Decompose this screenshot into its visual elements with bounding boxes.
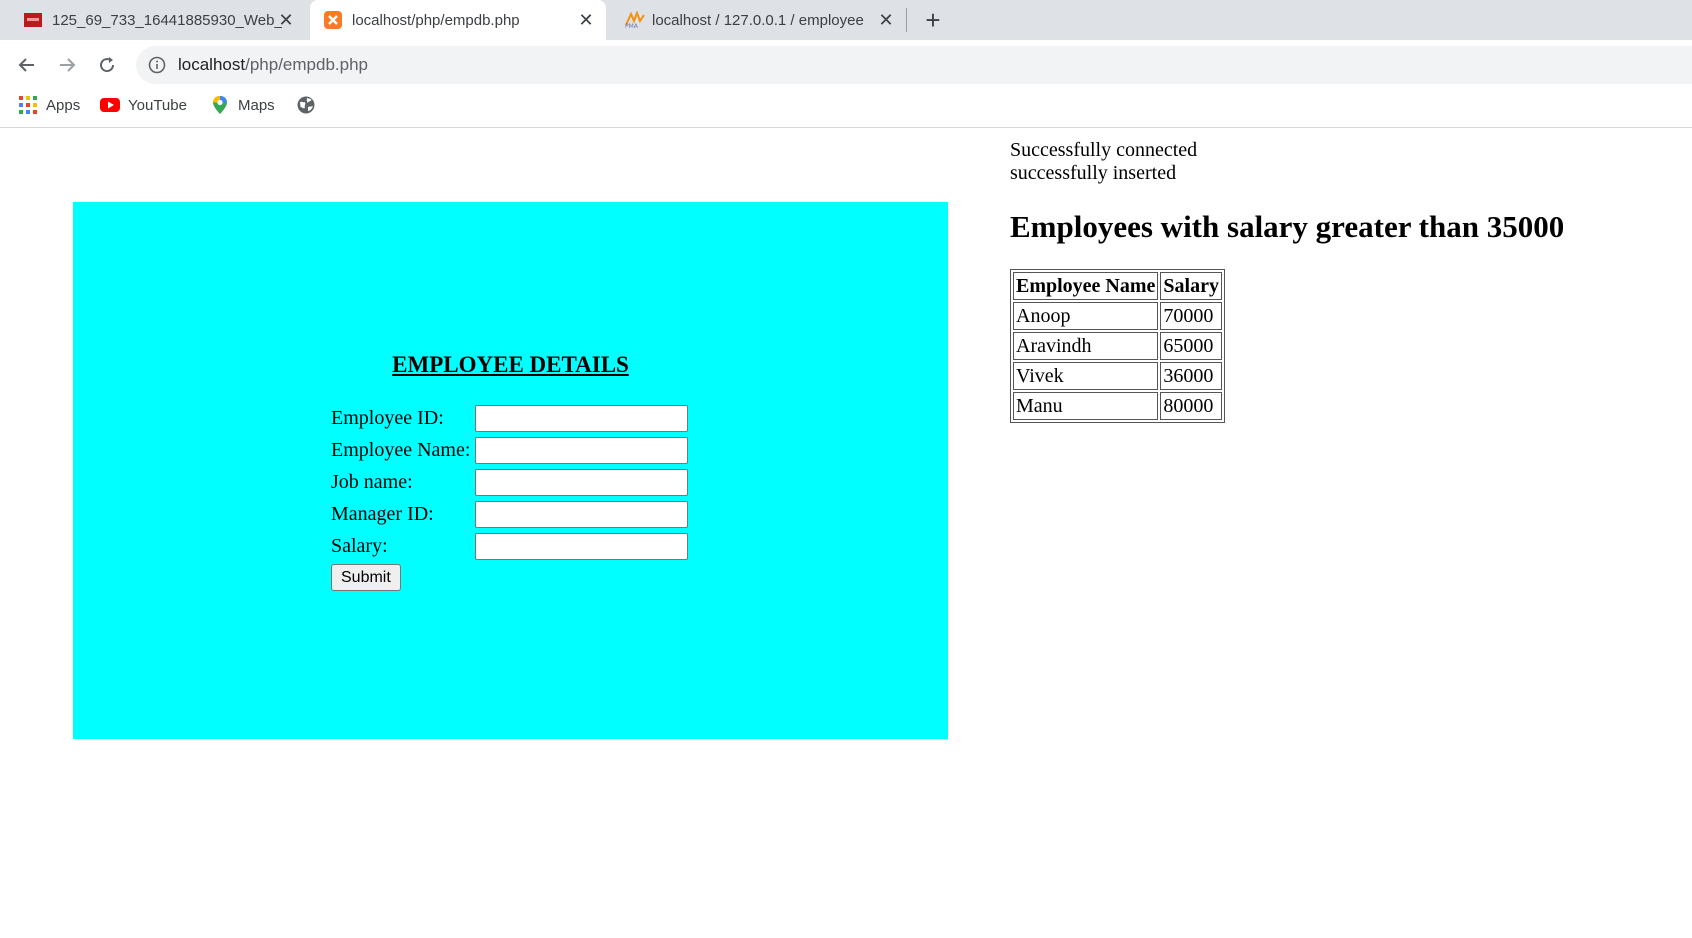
status-connected: Successfully connected bbox=[1010, 139, 1198, 161]
bookmark-label: Maps bbox=[238, 96, 275, 114]
svg-text:PMA: PMA bbox=[625, 23, 639, 29]
bookmark-label: YouTube bbox=[128, 96, 187, 114]
maps-pin-icon bbox=[210, 95, 230, 115]
close-icon[interactable]: ✕ bbox=[276, 10, 296, 30]
new-tab-button[interactable]: + bbox=[920, 7, 946, 33]
submit-button[interactable]: Submit bbox=[331, 564, 401, 591]
bookmark-youtube[interactable]: YouTube bbox=[100, 90, 187, 120]
bookmark-maps[interactable]: Maps bbox=[210, 90, 275, 120]
tab-phpmyadmin[interactable]: PMA localhost / 127.0.0.1 / employee ✕ bbox=[610, 0, 906, 40]
salary-row: Salary: bbox=[331, 532, 688, 560]
column-header-employee-name: Employee Name bbox=[1013, 272, 1159, 300]
salary-cell: 36000 bbox=[1160, 362, 1222, 390]
reload-button[interactable] bbox=[91, 49, 123, 81]
form-heading: EMPLOYEE DETAILS bbox=[392, 352, 629, 377]
job-name-label: Job name: bbox=[331, 470, 413, 493]
column-header-salary: Salary bbox=[1160, 272, 1222, 300]
back-button[interactable] bbox=[11, 49, 43, 81]
table-row: Aravindh 65000 bbox=[1013, 332, 1222, 360]
employee-table: Employee Name Salary Anoop 70000 Aravind… bbox=[1010, 269, 1225, 423]
tab-strip: 125_69_733_16441885930_Web_ ✕ localhost/… bbox=[0, 0, 1692, 40]
browser-toolbar: localhost/php/empdb.php bbox=[0, 40, 1692, 90]
employee-name-input[interactable] bbox=[475, 436, 688, 464]
table-row: Manu 80000 bbox=[1013, 392, 1222, 420]
url-host: localhost bbox=[178, 55, 246, 74]
table-row: Anoop 70000 bbox=[1013, 302, 1222, 330]
reload-icon bbox=[100, 57, 115, 73]
employee-id-input[interactable] bbox=[475, 404, 688, 432]
employee-name-row: Employee Name: bbox=[331, 436, 688, 464]
salary-label: Salary: bbox=[331, 534, 388, 557]
arrow-left-icon bbox=[18, 58, 34, 72]
salary-input[interactable] bbox=[475, 532, 688, 560]
salary-cell: 65000 bbox=[1160, 332, 1222, 360]
bookmark-apps[interactable]: Apps bbox=[18, 90, 80, 120]
employee-name-cell: Manu bbox=[1013, 392, 1159, 420]
manager-id-input[interactable] bbox=[475, 500, 688, 528]
url-path: /php/empdb.php bbox=[245, 55, 368, 74]
forward-button[interactable] bbox=[51, 49, 83, 81]
url-text: localhost/php/empdb.php bbox=[178, 55, 368, 75]
results-heading: Employees with salary greater than 35000 bbox=[1010, 209, 1565, 244]
employee-id-row: Employee ID: bbox=[331, 404, 688, 432]
manager-id-label: Manager ID: bbox=[331, 502, 434, 525]
tab-separator bbox=[906, 8, 907, 32]
bookmark-globe[interactable] bbox=[296, 90, 324, 120]
phpmyadmin-icon: PMA bbox=[624, 10, 645, 30]
globe-icon bbox=[296, 95, 316, 115]
employee-id-label: Employee ID: bbox=[331, 406, 444, 429]
salary-cell: 70000 bbox=[1160, 302, 1222, 330]
job-name-row: Job name: bbox=[331, 468, 688, 496]
close-icon[interactable]: ✕ bbox=[576, 10, 596, 30]
salary-cell: 80000 bbox=[1160, 392, 1222, 420]
tab-pdf[interactable]: 125_69_733_16441885930_Web_ ✕ bbox=[10, 0, 306, 40]
tab-empdb[interactable]: localhost/php/empdb.php ✕ bbox=[310, 0, 606, 40]
table-header-row: Employee Name Salary bbox=[1013, 272, 1222, 300]
manager-id-row: Manager ID: bbox=[331, 500, 688, 528]
arrow-right-icon bbox=[60, 58, 76, 72]
xampp-icon bbox=[324, 11, 342, 29]
employee-name-cell: Aravindh bbox=[1013, 332, 1159, 360]
apps-grid-icon bbox=[18, 95, 38, 115]
close-icon[interactable]: ✕ bbox=[876, 10, 896, 30]
employee-name-label: Employee Name: bbox=[331, 438, 471, 461]
employee-name-cell: Vivek bbox=[1013, 362, 1159, 390]
table-row: Vivek 36000 bbox=[1013, 362, 1222, 390]
pdf-icon bbox=[24, 11, 42, 29]
info-icon[interactable] bbox=[148, 56, 166, 74]
job-name-input[interactable] bbox=[475, 468, 688, 496]
employee-form-panel: EMPLOYEE DETAILS Employee ID: Employee N… bbox=[73, 202, 948, 739]
bookmark-label: Apps bbox=[46, 96, 81, 114]
tab-title: 125_69_733_16441885930_Web_ bbox=[52, 11, 282, 29]
status-inserted: successfully inserted bbox=[1010, 162, 1177, 184]
tab-title: localhost/php/empdb.php bbox=[352, 11, 520, 29]
page-content: Successfully connected successfully inse… bbox=[0, 129, 1692, 938]
youtube-icon bbox=[100, 95, 120, 115]
bookmarks-bar: Apps YouTube Maps bbox=[0, 90, 1692, 128]
tab-title: localhost / 127.0.0.1 / employee bbox=[652, 11, 864, 29]
employee-name-cell: Anoop bbox=[1013, 302, 1159, 330]
address-bar[interactable]: localhost/php/empdb.php bbox=[136, 46, 1692, 84]
